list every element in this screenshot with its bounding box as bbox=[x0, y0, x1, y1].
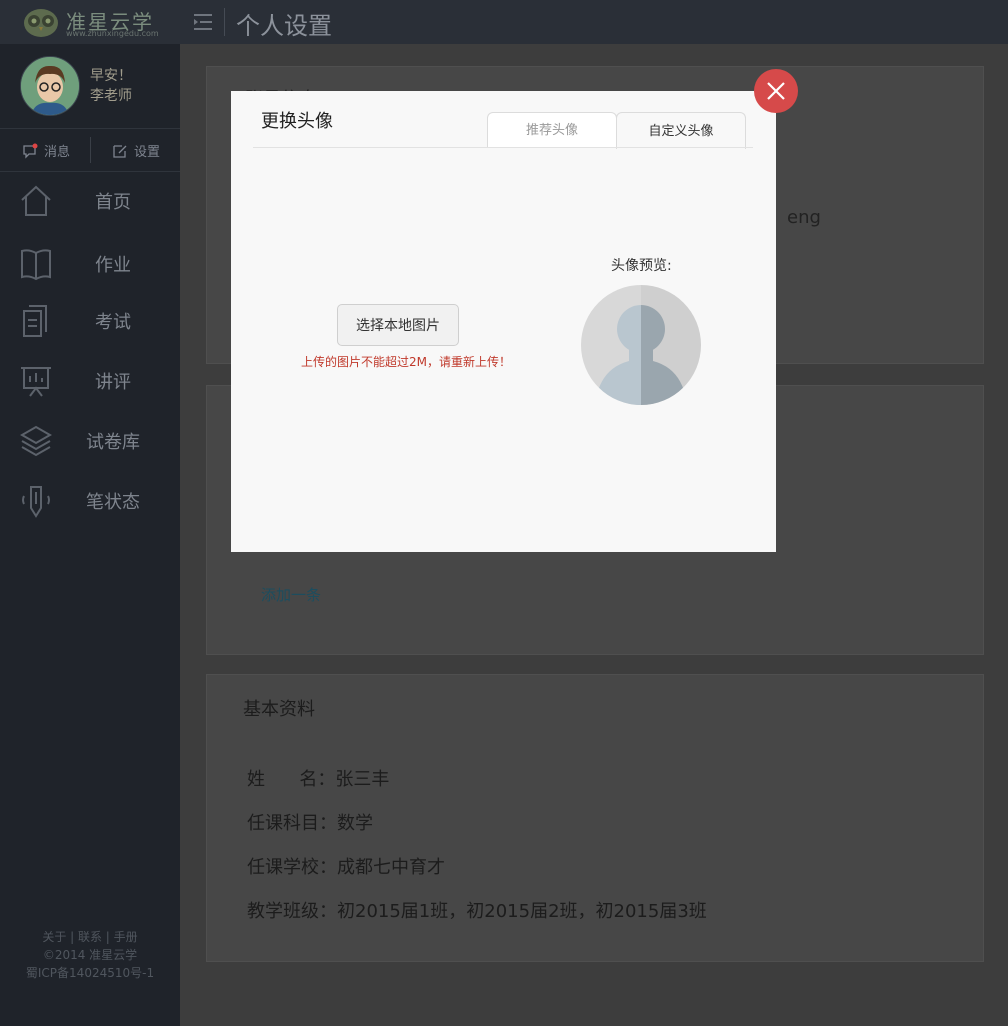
info-label: 任课科目 bbox=[247, 813, 319, 834]
modal-title: 更换头像 bbox=[261, 111, 333, 132]
close-modal-button[interactable] bbox=[754, 69, 798, 113]
default-avatar-icon bbox=[581, 285, 701, 405]
info-row-subject: 任课科目：数学 bbox=[247, 809, 373, 835]
info-value: 张三丰 bbox=[335, 769, 390, 790]
info-value: 成都七中育才 bbox=[337, 857, 445, 878]
footer-icp: 蜀ICP备14024510号-1 bbox=[25, 966, 155, 980]
info-colon: ： bbox=[319, 813, 337, 834]
info-label: 教学班级 bbox=[247, 901, 319, 922]
settings-link[interactable]: 设置 bbox=[112, 141, 160, 160]
messages-label: 消息 bbox=[44, 145, 71, 160]
sidebar-item-review[interactable]: 讲评 bbox=[0, 352, 180, 412]
sidebar: 早安！ 李老师 消息 设置 首页 作业 考试 讲评 试卷库 笔状态 关于 | 联… bbox=[0, 44, 180, 1026]
presentation-board-icon bbox=[21, 367, 51, 397]
sidebar-item-label: 讲评 bbox=[95, 372, 131, 393]
book-icon bbox=[21, 249, 51, 281]
menu-toggle-icon[interactable] bbox=[192, 12, 214, 32]
footer-copyright: ©2014 准星云学 bbox=[42, 948, 138, 962]
avatar-preview bbox=[581, 285, 701, 405]
info-label: 姓 名： bbox=[247, 769, 336, 790]
sidebar-item-label: 首页 bbox=[95, 192, 131, 213]
pen-icon bbox=[22, 486, 50, 518]
settings-label: 设置 bbox=[134, 145, 161, 160]
user-name: 李老师 bbox=[90, 88, 132, 104]
sidebar-item-label: 考试 bbox=[95, 312, 131, 333]
sidebar-item-exam[interactable]: 考试 bbox=[0, 292, 180, 352]
avatar[interactable] bbox=[20, 56, 80, 116]
info-value: 初2015届1班，初2015届2班，初2015届3班 bbox=[337, 901, 707, 922]
chat-bubble-icon bbox=[23, 143, 38, 159]
sidebar-footer: 关于 | 联系 | 手册 ©2014 准星云学 蜀ICP备14024510号-1 bbox=[0, 928, 180, 982]
sidebar-item-paper-library[interactable]: 试卷库 bbox=[0, 412, 180, 472]
messages-link[interactable]: 消息 bbox=[22, 141, 70, 160]
info-row-classes: 教学班级：初2015届1班，初2015届2班，初2015届3班 bbox=[247, 897, 707, 923]
top-divider bbox=[224, 8, 225, 36]
sidebar-item-homework[interactable]: 作业 bbox=[0, 235, 180, 295]
tab-recommended-avatar[interactable]: 推荐头像 bbox=[487, 112, 617, 148]
top-bar: 准星云学 www.zhunxingedu.com 个人设置 bbox=[0, 0, 1008, 44]
greeting-text: 早安！ bbox=[90, 68, 132, 84]
info-colon: ： bbox=[319, 901, 337, 922]
owl-logo-icon bbox=[24, 9, 58, 37]
info-row-name: 姓 名：张三丰 bbox=[247, 765, 389, 791]
upload-error-tip: 上传的图片不能超过2M，请重新上传！ bbox=[301, 355, 511, 369]
close-icon bbox=[767, 82, 785, 100]
choose-local-image-button[interactable]: 选择本地图片 bbox=[337, 304, 459, 346]
message-settings-bar: 消息 设置 bbox=[0, 129, 180, 172]
basic-info-card: 基本资料 姓 名：张三丰 任课科目：数学 任课学校：成都七中育才 教学班级：初2… bbox=[206, 674, 984, 962]
sidebar-item-pen-status[interactable]: 笔状态 bbox=[0, 472, 180, 532]
info-value: 数学 bbox=[337, 813, 373, 834]
avatar-preview-label: 头像预览: bbox=[611, 258, 672, 274]
account-info-text: eng bbox=[787, 207, 821, 228]
info-colon: ： bbox=[319, 857, 337, 878]
edit-icon bbox=[113, 144, 127, 158]
sidebar-item-home[interactable]: 首页 bbox=[0, 172, 180, 232]
tab-custom-avatar[interactable]: 自定义头像 bbox=[616, 112, 746, 149]
add-entry-link[interactable]: 添加一条 bbox=[261, 584, 321, 605]
page-title: 个人设置 bbox=[236, 12, 332, 40]
home-icon bbox=[21, 185, 51, 216]
modal-tab-divider bbox=[253, 147, 753, 148]
info-row-school: 任课学校：成都七中育才 bbox=[247, 853, 445, 879]
sidebar-item-label: 作业 bbox=[95, 255, 131, 276]
layers-icon bbox=[20, 425, 52, 457]
document-icon bbox=[23, 305, 47, 337]
greeting: 早安！ 李老师 bbox=[90, 66, 132, 106]
sidebar-item-label: 笔状态 bbox=[86, 492, 140, 513]
sidebar-item-label: 试卷库 bbox=[86, 432, 140, 453]
teacher-avatar-icon bbox=[21, 57, 79, 115]
footer-links[interactable]: 关于 | 联系 | 手册 bbox=[0, 928, 180, 946]
basic-info-title: 基本资料 bbox=[243, 699, 315, 720]
info-label: 任课学校 bbox=[247, 857, 319, 878]
user-box: 早安！ 李老师 bbox=[0, 44, 180, 129]
logo-url: www.zhunxingedu.com bbox=[66, 29, 159, 38]
message-divider bbox=[90, 137, 91, 163]
logo[interactable]: 准星云学 www.zhunxingedu.com bbox=[22, 4, 172, 40]
change-avatar-modal: 更换头像 推荐头像 自定义头像 选择本地图片 上传的图片不能超过2M，请重新上传… bbox=[231, 91, 776, 552]
